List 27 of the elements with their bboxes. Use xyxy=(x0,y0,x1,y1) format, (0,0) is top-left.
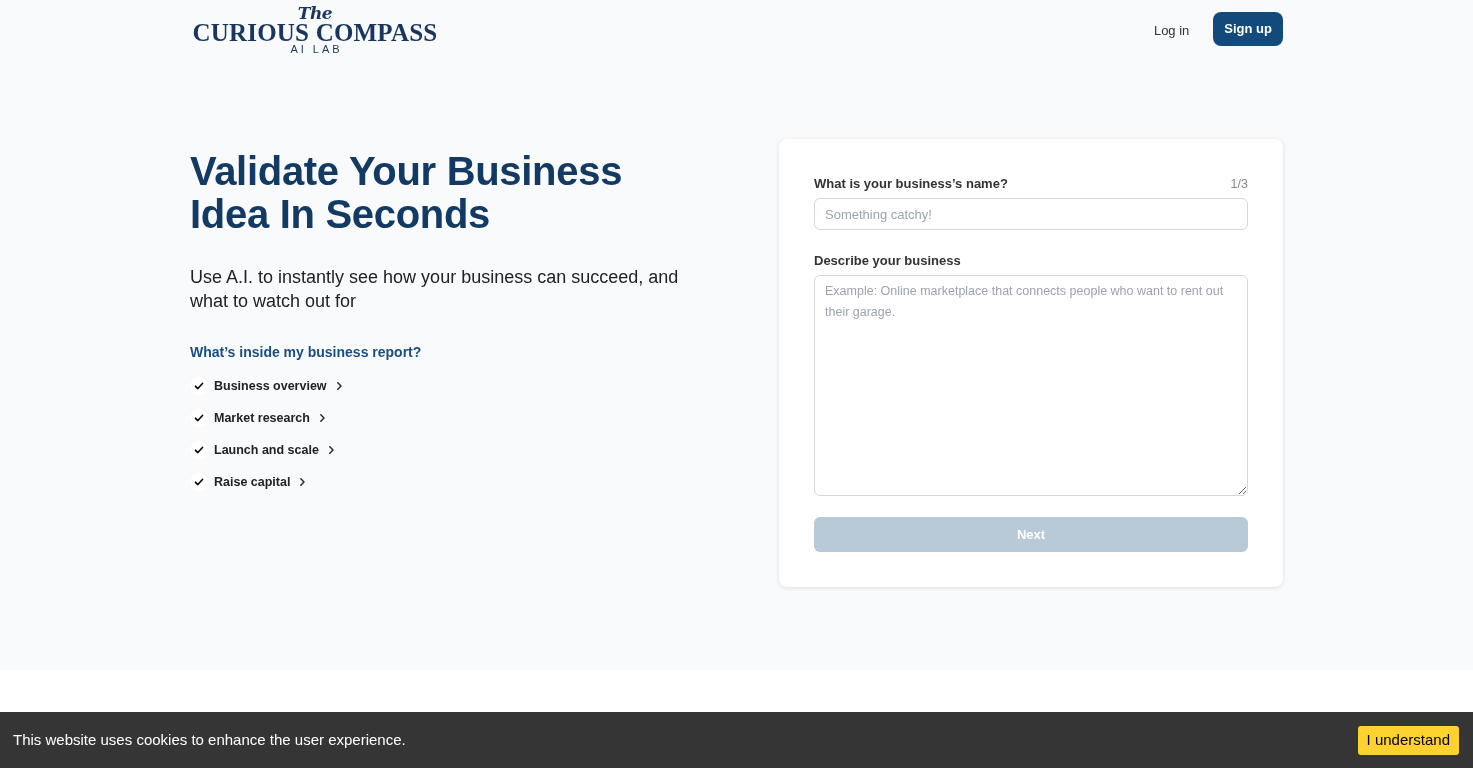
field-label: What is your business’s name? xyxy=(814,175,1008,194)
report-heading: What’s inside my business report? xyxy=(190,343,423,362)
check-icon xyxy=(190,441,208,459)
logo-tagline: AI LAB xyxy=(289,43,343,55)
chevron-right-icon xyxy=(336,382,342,390)
cookie-message: This website uses cookies to enhance the user experience. xyxy=(13,729,406,750)
field-label: Describe your business xyxy=(814,252,961,271)
report-item-link[interactable]: Market research xyxy=(214,408,325,428)
chevron-right-icon xyxy=(319,414,325,422)
signup-button[interactable]: Sign up xyxy=(1213,12,1283,46)
hero-subtitle: Use A.I. to instantly see how your business can succeed, and what to watch out for xyxy=(190,266,680,313)
step-counter: 1/3 xyxy=(1230,175,1248,193)
check-icon xyxy=(190,409,208,427)
accept-cookies-button[interactable]: I understand xyxy=(1357,725,1459,755)
logo-script-word: The xyxy=(297,5,333,21)
chevron-right-icon xyxy=(300,478,306,486)
description-textarea[interactable]: Example: Online marketplace that connects people who want to rent out their garage. xyxy=(814,275,1248,496)
report-item-link[interactable]: Business overview xyxy=(214,376,342,396)
report-item-link[interactable]: Raise capital xyxy=(214,472,306,492)
login-link[interactable]: Log in xyxy=(1153,21,1190,41)
logo-wordmark: CURIOUS COMPASS xyxy=(192,20,438,44)
report-item-link[interactable]: Launch and scale xyxy=(214,440,334,460)
chevron-right-icon xyxy=(328,446,334,454)
hero-title: Validate Your Business Idea In Seconds xyxy=(190,150,624,236)
check-icon xyxy=(190,473,208,491)
name-input[interactable]: Something catchy! xyxy=(814,198,1248,230)
check-icon xyxy=(190,377,208,395)
